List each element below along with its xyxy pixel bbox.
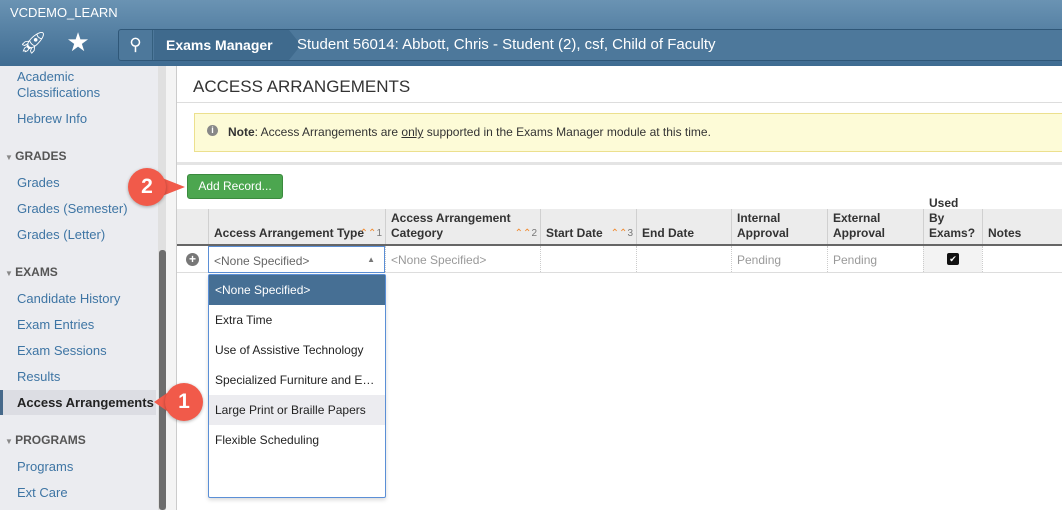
dropdown-option[interactable]: Flexible Scheduling	[209, 425, 385, 455]
note-banner: i Note: Access Arrangements are only sup…	[194, 113, 1062, 152]
search-icon[interactable]: ⚲	[119, 30, 153, 60]
caret-up-icon: ▲	[367, 255, 375, 264]
note-text-end: supported in the Exams Manager module at…	[423, 125, 711, 139]
col-type[interactable]: Access Arrangement Type ⌃⌃1	[208, 209, 385, 244]
sidebar-item-access-arrangements[interactable]: Access Arrangements	[17, 395, 154, 411]
type-select[interactable]: <None Specified> ▲	[208, 246, 385, 273]
sidebar-item-grades-letter[interactable]: Grades (Letter)	[17, 227, 105, 243]
sidebar-item-ext-care[interactable]: Ext Care	[17, 485, 68, 501]
col-external-approval[interactable]: External Approval	[827, 209, 923, 244]
internal-approval-cell[interactable]: Pending	[731, 246, 827, 272]
col-internal-approval[interactable]: Internal Approval	[731, 209, 827, 244]
col-used-by-exams[interactable]: Used By Exams?	[923, 196, 982, 244]
app-title: VCDEMO_LEARN	[10, 5, 118, 20]
divider	[177, 102, 1062, 103]
sidebar-item-results[interactable]: Results	[17, 369, 60, 385]
note-label: Note	[228, 125, 255, 139]
notes-cell[interactable]	[982, 246, 1062, 272]
callout-2: 2	[128, 168, 166, 206]
breadcrumb-student: Student 56014: Abbott, Chris - Student (…	[297, 36, 716, 53]
dropdown-option[interactable]: Large Print or Braille Papers	[209, 395, 385, 425]
dropdown-option[interactable]: <None Specified>	[209, 275, 385, 305]
sidebar-item-grades[interactable]: Grades	[17, 175, 60, 191]
add-record-button[interactable]: Add Record...	[187, 174, 283, 199]
sidebar-section-grades[interactable]: GRADES	[5, 149, 66, 163]
note-text: : Access Arrangements are	[254, 125, 402, 139]
note-emphasis: only	[401, 125, 424, 139]
dropdown-option[interactable]: Specialized Furniture and Equipment	[209, 365, 385, 395]
page-title: ACCESS ARRANGEMENTS	[193, 77, 411, 96]
sidebar-item-hebrew-info[interactable]: Hebrew Info	[17, 111, 87, 127]
col-category[interactable]: Access Arrangement Category ⌃⌃2	[385, 209, 540, 244]
breadcrumb: ⚲ Exams Manager Student 56014: Abbott, C…	[118, 29, 1062, 61]
sidebar-item-academic-classifications[interactable]: Academic Classifications	[17, 69, 100, 101]
table-header: Access Arrangement Type ⌃⌃1 Access Arrang…	[177, 196, 1062, 246]
category-cell[interactable]: <None Specified>	[385, 246, 540, 272]
col-start-date[interactable]: Start Date ⌃⌃3	[540, 209, 636, 244]
sidebar-item-grades-semester[interactable]: Grades (Semester)	[17, 201, 128, 217]
used-by-exams-checkbox[interactable]: ✔	[947, 253, 959, 265]
sidebar-item-candidate-history[interactable]: Candidate History	[17, 291, 120, 307]
rocket-icon[interactable]: 🚀︎	[18, 30, 48, 56]
breadcrumb-module[interactable]: Exams Manager	[154, 30, 301, 60]
sidebar-item-exam-entries[interactable]: Exam Entries	[17, 317, 94, 333]
external-approval-cell[interactable]: Pending	[827, 246, 923, 272]
callout-1: 1	[165, 383, 203, 421]
plus-icon[interactable]: +	[186, 253, 199, 266]
star-icon[interactable]: ★	[63, 27, 93, 58]
start-date-cell[interactable]	[540, 246, 636, 272]
col-notes[interactable]: Notes	[982, 209, 1062, 244]
sidebar-section-programs[interactable]: PROGRAMS	[5, 433, 86, 447]
sidebar-scrollbar-thumb[interactable]	[159, 250, 166, 510]
col-action	[177, 209, 208, 244]
dropdown-option[interactable]: Use of Assistive Technology	[209, 335, 385, 365]
col-end-date[interactable]: End Date	[636, 209, 731, 244]
sidebar-item-programs[interactable]: Programs	[17, 459, 73, 475]
info-icon: i	[207, 125, 218, 136]
sidebar-item-exam-sessions[interactable]: Exam Sessions	[17, 343, 107, 359]
divider	[177, 162, 1062, 165]
sidebar-section-exams[interactable]: EXAMS	[5, 265, 58, 279]
dropdown-option[interactable]: Extra Time	[209, 305, 385, 335]
type-dropdown-list: <None Specified> Extra Time Use of Assis…	[208, 274, 386, 498]
end-date-cell[interactable]	[636, 246, 731, 272]
